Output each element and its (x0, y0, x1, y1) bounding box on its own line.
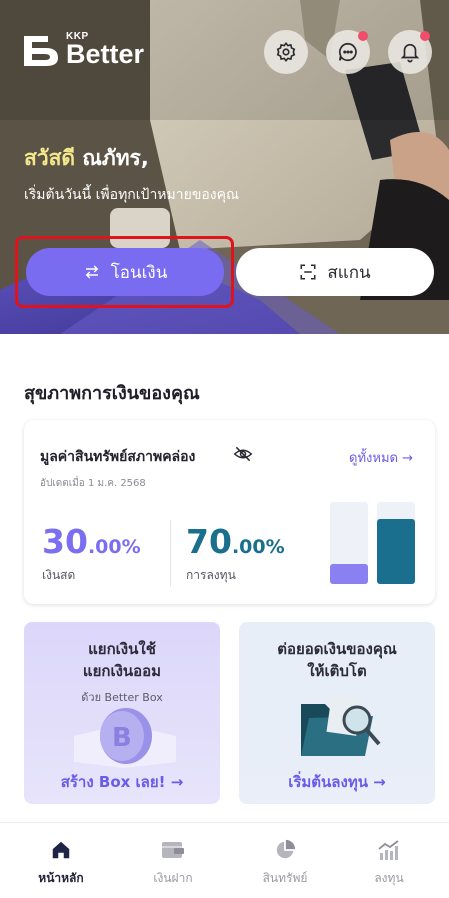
greeting-heading: สวัสดี ณภัทร, (24, 142, 149, 175)
cash-bar (330, 564, 368, 584)
investment-percentage: 70.00% (186, 522, 285, 561)
pie-chart-icon (276, 839, 296, 859)
gear-icon (276, 41, 296, 63)
better-box-title-line1: แยกเงินใช้ (88, 640, 156, 658)
updated-date: อัปเดตเมื่อ 1 ม.ค. 2568 (40, 478, 146, 489)
better-box-promo-card[interactable]: แยกเงินใช้ แยกเงินออม ด้วย Better Box B … (24, 622, 220, 804)
liquid-assets-card: มูลค่าสินทรัพย์สภาพคล่อง ดูทั้งหมด → อัป… (24, 420, 435, 604)
view-all-label: ดูทั้งหมด (349, 451, 398, 466)
scan-button[interactable]: สแกน (236, 248, 434, 296)
tab-deposits-label: เงินฝาก (153, 871, 193, 885)
settings-button[interactable] (264, 30, 308, 74)
tab-deposits[interactable]: เงินฝาก (128, 837, 218, 888)
investment-bar (377, 519, 415, 584)
greeting-word: สวัสดี (24, 146, 76, 170)
invest-title-line1: ต่อยอดเงินของคุณ (277, 640, 397, 658)
greeting-subtitle: เริ่มต้นวันนี้ เพื่อทุกเป้าหมายของคุณ (24, 187, 239, 203)
start-investing-promo-card[interactable]: ต่อยอดเงินของคุณ ให้เติบโต เริ่มต้นลงทุน… (239, 622, 435, 804)
investment-label: การลงทุน (186, 568, 236, 582)
hide-amount-eye-off-icon[interactable] (232, 444, 254, 464)
logo-better-text: Better (66, 39, 145, 69)
chat-badge (358, 31, 368, 41)
hero-banner: KKP Better สวัสดี ณภัทร, เริ่มต้นวันนี้ … (0, 0, 449, 334)
cash-label: เงินสด (42, 568, 76, 582)
coin-box-illustration-icon: B (74, 708, 176, 768)
cash-bar-track (330, 502, 368, 584)
tab-invest-label: ลงทุน (374, 871, 404, 885)
create-box-link[interactable]: สร้าง Box เลย! → (24, 770, 220, 794)
chat-icon (338, 42, 357, 62)
growth-chart-icon (378, 840, 399, 860)
financial-health-title: สุขภาพการเงินของคุณ (24, 383, 200, 404)
folder-magnifier-illustration-icon (301, 694, 381, 756)
kkp-better-logo: KKP Better (22, 32, 144, 68)
notifications-button[interactable] (388, 30, 432, 74)
investment-bar-track (377, 502, 415, 584)
scan-icon (300, 264, 316, 280)
user-name: ณภัทร, (82, 146, 149, 170)
bell-icon (400, 43, 420, 63)
investment-decimal: .00% (231, 536, 285, 558)
svg-text:B: B (112, 723, 132, 753)
transfer-highlight-frame (15, 236, 234, 308)
wallet-icon (162, 842, 184, 858)
better-box-title-line2: แยกเงินออม (82, 662, 162, 680)
metric-divider (170, 520, 171, 586)
tab-home-label: หน้าหลัก (38, 871, 84, 885)
start-investing-link[interactable]: เริ่มต้นลงทุน → (239, 770, 435, 794)
better-box-subtitle: ด้วย Better Box (81, 691, 163, 704)
bottom-tab-bar: หน้าหลัก เงินฝาก สินทรัพย์ ลงทุน (0, 822, 449, 898)
bell-badge (420, 31, 430, 41)
tab-assets[interactable]: สินทรัพย์ (240, 837, 330, 888)
tab-assets-label: สินทรัพย์ (262, 871, 308, 885)
investment-value: 70 (186, 522, 232, 561)
home-screen: KKP Better สวัสดี ณภัทร, เริ่มต้นวันนี้ … (0, 0, 449, 898)
tab-home[interactable]: หน้าหลัก (16, 837, 106, 888)
cash-decimal: .00% (87, 536, 141, 558)
home-icon (52, 841, 70, 859)
view-all-link[interactable]: ดูทั้งหมด → (349, 447, 413, 468)
messages-button[interactable] (326, 30, 370, 74)
invest-title-line2: ให้เติบโต (307, 662, 367, 680)
liquid-assets-title: มูลค่าสินทรัพย์สภาพคล่อง (40, 449, 196, 465)
scan-label: สแกน (327, 262, 371, 283)
logo-mark-icon (24, 36, 58, 66)
tab-invest[interactable]: ลงทุน (344, 837, 434, 888)
cash-value: 30 (42, 522, 88, 561)
cash-percentage: 30.00% (42, 522, 141, 561)
